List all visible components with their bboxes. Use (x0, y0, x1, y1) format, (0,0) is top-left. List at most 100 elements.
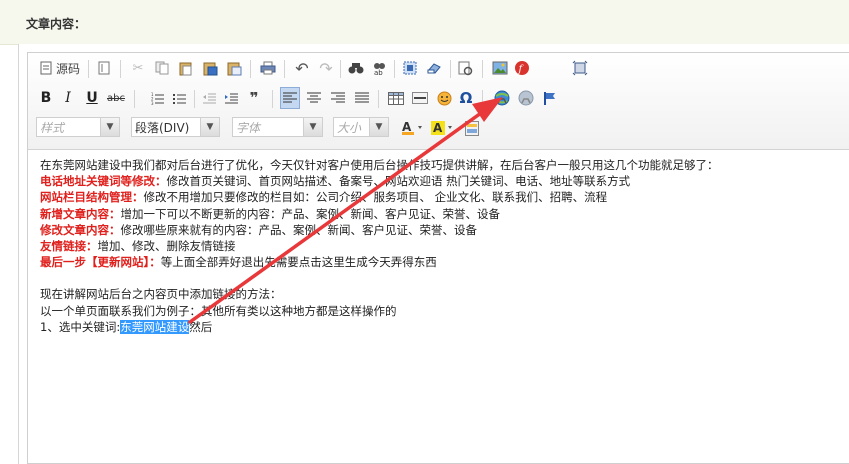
paste-word-icon (227, 62, 241, 75)
align-right-button[interactable] (328, 87, 348, 109)
bulleted-list-button[interactable] (170, 87, 190, 109)
style-dropdown[interactable]: 样式 ▼ (36, 117, 120, 137)
item-text: 修改首页关键词、首页网站描述、备案号、网站欢迎语 热门关键词、电话、地址等联系方… (166, 174, 631, 189)
list-item: 修改文章内容：修改哪些原来就有的内容：产品、案例、新闻、客户见证、荣誉、设备 (40, 222, 840, 238)
flash-button[interactable]: f (512, 57, 532, 79)
special-char-button[interactable]: Ω (456, 87, 476, 109)
cut-button[interactable]: ✂ (128, 57, 148, 79)
content-field-header: 文章内容： (0, 0, 849, 45)
bg-color-icon: A (431, 121, 452, 135)
toolbar-separator (272, 90, 273, 108)
select-all-button[interactable] (400, 57, 420, 79)
replace-button[interactable]: ab (370, 57, 390, 79)
align-left-button[interactable] (280, 87, 300, 109)
bold-button[interactable]: B (36, 87, 56, 109)
show-blocks-icon (465, 120, 479, 136)
chevron-down-icon: ▼ (369, 118, 388, 136)
underline-button[interactable]: U (82, 87, 102, 109)
paste-icon (179, 62, 192, 75)
templates-button[interactable] (94, 57, 114, 79)
paste-text-button[interactable] (200, 57, 220, 79)
replace-icon: ab (374, 62, 385, 76)
templates-icon (98, 61, 110, 75)
spellcheck-button[interactable] (456, 57, 476, 79)
unlink-icon (518, 90, 534, 106)
item-text: 增加一下可以不断更新的内容：产品、案例、新闻、客户见证、荣誉、设备 (120, 206, 501, 221)
paste-button[interactable] (176, 57, 196, 79)
justify-icon (355, 92, 369, 103)
font-size-dropdown[interactable]: 大小 ▼ (333, 117, 389, 137)
remove-format-button[interactable] (424, 57, 444, 79)
spellcheck-icon (458, 61, 473, 75)
find-icon (348, 63, 364, 74)
image-button[interactable] (490, 57, 510, 79)
selected-keyword[interactable]: 东莞网站建设 (120, 319, 190, 334)
align-left-icon (283, 92, 297, 103)
text-color-button[interactable]: A (400, 117, 428, 139)
list-item: 友情链接：增加、修改、删除友情链接 (40, 238, 840, 254)
smiley-button[interactable] (434, 87, 454, 109)
numbered-list-button[interactable]: 123 (148, 87, 168, 109)
horizontal-rule-button[interactable] (410, 87, 430, 109)
toolbar-separator (482, 90, 483, 108)
item-text: 修改不用增加只要修改的栏目如：公司介绍、服务项目、 企业文化、联系我们、招聘、流… (143, 190, 608, 205)
font-dropdown-value: 字体 (236, 120, 261, 135)
justify-button[interactable] (352, 87, 372, 109)
paste-word-button[interactable] (224, 57, 244, 79)
strikethrough-icon: abc (107, 92, 125, 104)
align-center-button[interactable] (304, 87, 324, 109)
image-icon (492, 61, 508, 75)
item-label: 友情链接： (40, 239, 98, 254)
italic-icon: I (65, 90, 71, 106)
section2-example: 以一个单页面联系我们为例子：其他所有类以这种地方都是这样操作的 (40, 303, 397, 318)
blockquote-button[interactable]: ❞ (244, 87, 264, 109)
redo-button[interactable]: ↷ (316, 57, 336, 79)
show-blocks-button[interactable] (462, 117, 482, 139)
toolbar-separator (88, 60, 89, 78)
section2-title: 现在讲解网站后台之内容页中添加链接的方法： (40, 287, 282, 302)
item-text: 增加、修改、删除友情链接 (97, 239, 236, 254)
indent-button[interactable] (222, 87, 242, 109)
align-center-icon (307, 92, 321, 103)
italic-button[interactable]: I (58, 87, 78, 109)
anchor-button[interactable] (540, 87, 560, 109)
link-button[interactable] (492, 87, 512, 109)
maximize-button[interactable] (570, 57, 590, 79)
bold-icon: B (40, 90, 52, 106)
svg-text:3: 3 (151, 101, 154, 105)
table-icon (388, 91, 404, 105)
copy-button[interactable] (152, 57, 172, 79)
print-button[interactable] (258, 57, 278, 79)
maximize-icon (572, 60, 588, 76)
item-label: 新增文章内容： (40, 206, 121, 221)
smiley-icon (437, 91, 451, 105)
toolbar-separator (482, 60, 483, 78)
svg-text:A: A (433, 121, 443, 135)
cut-icon: ✂ (132, 60, 144, 76)
find-button[interactable] (346, 57, 366, 79)
undo-button[interactable]: ↶ (292, 57, 312, 79)
indent-icon (225, 93, 238, 103)
style-dropdown-value: 样式 (40, 120, 65, 135)
toolbar-separator (340, 60, 341, 78)
item-text: 等上面全部弄好退出先需要点击这里生成今天弄得东西 (160, 255, 437, 270)
unlink-button[interactable] (516, 87, 536, 109)
flash-icon: f (515, 61, 529, 75)
horizontal-rule-icon (412, 92, 428, 104)
list-item: 新增文章内容：增加一下可以不断更新的内容：产品、案例、新闻、客户见证、荣誉、设备 (40, 206, 840, 222)
font-dropdown[interactable]: 字体 ▼ (232, 117, 323, 137)
link-icon (494, 90, 510, 106)
outdent-icon (203, 93, 216, 103)
item-text: 修改哪些原来就有的内容：产品、案例、新闻、客户见证、荣誉、设备 (120, 222, 478, 237)
outdent-button[interactable] (200, 87, 220, 109)
editor-content[interactable]: 在东莞网站建设中我们都对后台进行了优化，今天仅针对客户使用后台操作技巧提供讲解，… (40, 157, 840, 335)
table-button[interactable] (386, 87, 406, 109)
content-field-label: 文章内容： (26, 17, 87, 31)
numbered-list-icon: 123 (151, 92, 164, 105)
list-item: 网站栏目结构管理：修改不用增加只要修改的栏目如：公司介绍、服务项目、 企业文化、… (40, 189, 840, 205)
paragraph-format-dropdown[interactable]: 段落(DIV) ▼ (131, 117, 220, 137)
source-button[interactable]: 源码 (38, 57, 82, 79)
strikethrough-button[interactable]: abc (106, 87, 126, 109)
bg-color-button[interactable]: A (430, 117, 458, 139)
step1-prefix: 1、选中关键词: (40, 319, 121, 334)
